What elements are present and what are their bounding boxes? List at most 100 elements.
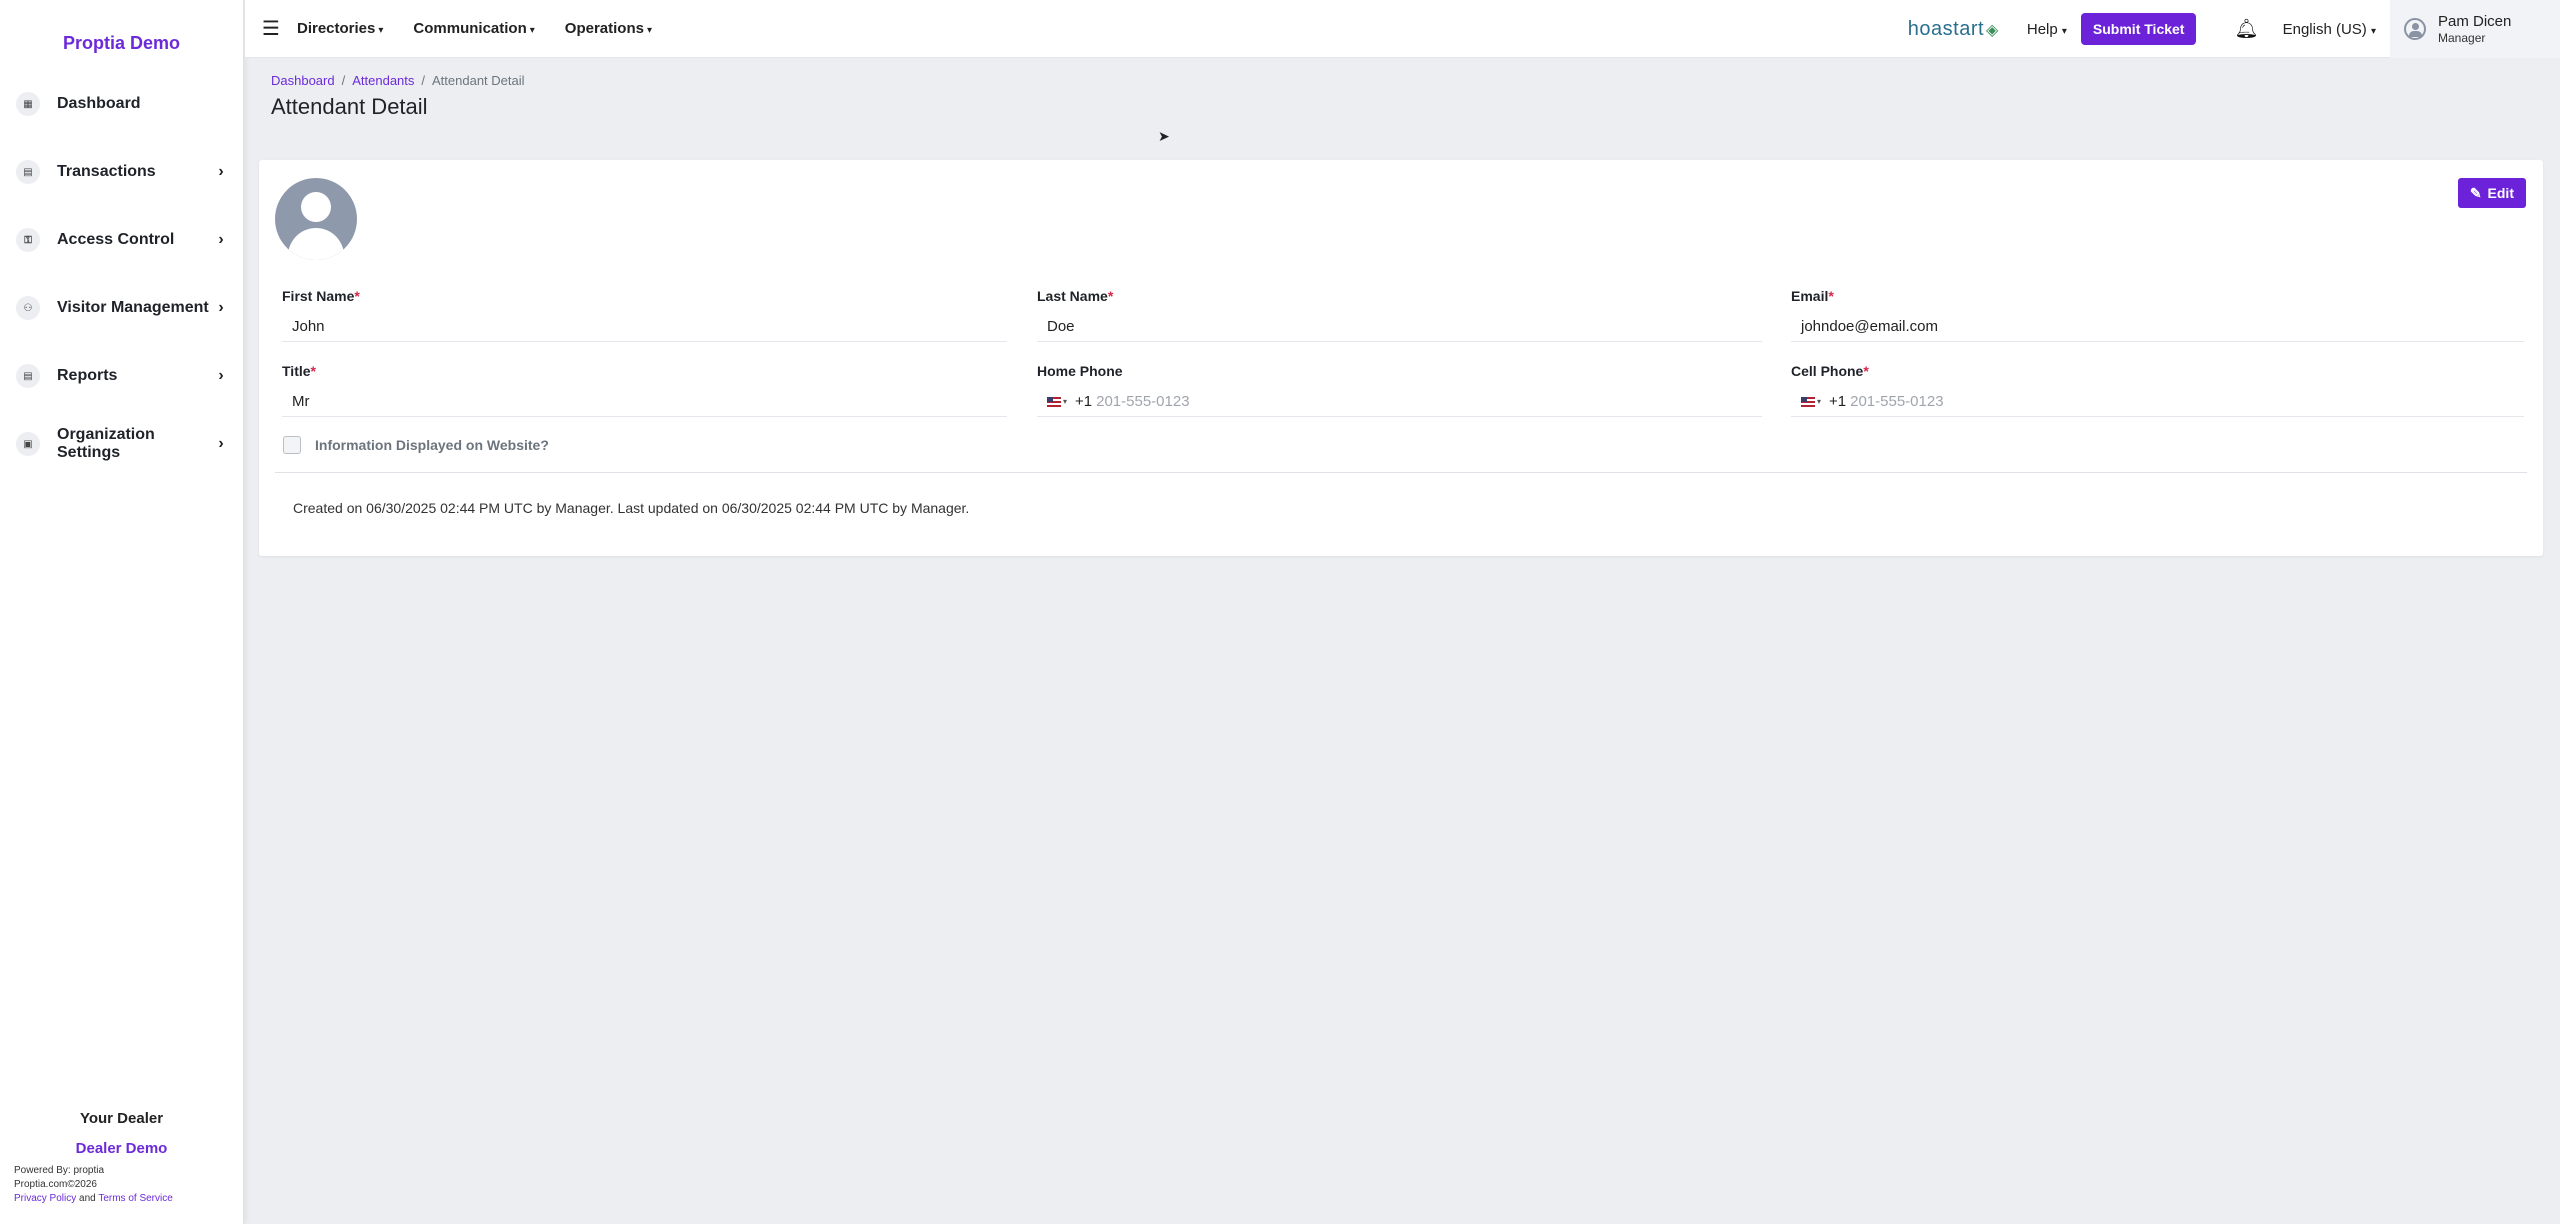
copyright: Proptia.com©2026 bbox=[14, 1179, 97, 1190]
menu-label: Directories bbox=[297, 20, 376, 37]
cell-phone-input[interactable]: ▾ +1 201-555-0123 bbox=[1791, 387, 2524, 417]
cell-phone-label: Cell Phone* bbox=[1791, 363, 1869, 379]
powered-by: Powered By: proptia bbox=[14, 1165, 105, 1176]
breadcrumb-separator: / bbox=[341, 73, 346, 88]
website-display-option: Information Displayed on Website? bbox=[283, 436, 549, 454]
website-display-label: Information Displayed on Website? bbox=[315, 437, 549, 453]
page-title: Attendant Detail bbox=[271, 94, 428, 119]
home-phone-label: Home Phone bbox=[1037, 363, 1123, 379]
sidebar-item-label: Visitor Management bbox=[57, 299, 209, 316]
breadcrumb-dashboard[interactable]: Dashboard bbox=[271, 73, 335, 88]
reports-icon: ▤ bbox=[16, 364, 40, 388]
chevron-right-icon: › bbox=[218, 367, 224, 384]
user-avatar-icon bbox=[2404, 18, 2426, 40]
us-flag-icon[interactable] bbox=[1047, 396, 1061, 407]
home-phone-placeholder: 201-555-0123 bbox=[1096, 393, 1190, 410]
dial-code: +1 bbox=[1829, 393, 1847, 410]
menu-communication[interactable]: Communication ▾ bbox=[413, 20, 534, 37]
settings-icon: ▣ bbox=[16, 432, 40, 456]
website-display-checkbox[interactable] bbox=[283, 436, 301, 454]
email-label: Email* bbox=[1791, 288, 1834, 304]
edit-button[interactable]: ✎ Edit bbox=[2457, 178, 2526, 208]
key-icon: ⚿ bbox=[16, 228, 40, 252]
home-phone-field: Home Phone ▾ +1 201-555-0123 bbox=[1037, 363, 1762, 417]
dashboard-icon: ▦ bbox=[16, 92, 40, 116]
sidebar-item-label: Access Control bbox=[57, 231, 175, 248]
edit-label: Edit bbox=[2487, 185, 2514, 201]
home-phone-input[interactable]: ▾ +1 201-555-0123 bbox=[1037, 387, 1762, 417]
chevron-right-icon: › bbox=[218, 299, 224, 316]
language-label: English (US) bbox=[2282, 20, 2367, 38]
title-value[interactable]: Mr bbox=[282, 387, 1007, 417]
sidebar-item-label: Transactions bbox=[57, 163, 156, 180]
footer-credits: Powered By: proptia Proptia.com©2026 Pri… bbox=[14, 1164, 173, 1206]
sidebar-item-label: Reports bbox=[57, 367, 118, 384]
chevron-down-icon: ▾ bbox=[2370, 25, 2376, 37]
avatar bbox=[275, 178, 357, 260]
chevron-down-icon: ▾ bbox=[378, 25, 384, 36]
hamburger-menu-icon[interactable]: ☰ bbox=[245, 16, 297, 41]
chevron-down-icon: ▾ bbox=[1817, 397, 1822, 406]
title-label: Title* bbox=[282, 363, 316, 379]
help-menu[interactable]: Help ▾ bbox=[2027, 21, 2067, 38]
us-flag-icon[interactable] bbox=[1801, 396, 1815, 407]
menu-operations[interactable]: Operations ▾ bbox=[565, 20, 652, 37]
hoastart-logo: hoastart ◈ bbox=[1907, 17, 1999, 40]
sidebar-item-reports[interactable]: ▤ Reports › bbox=[0, 342, 243, 410]
first-name-field: First Name* John bbox=[282, 288, 1007, 342]
top-bar: ☰ Directories ▾ Communication ▾ Operations… bbox=[245, 0, 2560, 58]
sidebar-item-organization-settings[interactable]: ▣ Organization Settings › bbox=[0, 410, 243, 478]
chevron-down-icon: ▾ bbox=[1063, 397, 1068, 406]
breadcrumb: Dashboard / Attendants / Attendant Detail bbox=[271, 73, 525, 88]
user-name: Pam Dicen bbox=[2438, 13, 2512, 30]
help-label: Help bbox=[2026, 20, 2058, 38]
menu-directories[interactable]: Directories ▾ bbox=[297, 20, 383, 37]
attendant-detail-card: ✎ Edit First Name* John Last Name* Doe E… bbox=[259, 160, 2543, 556]
sidebar-item-label: Organization Settings bbox=[57, 426, 155, 461]
dealer-info: Your Dealer Dealer Demo bbox=[0, 1110, 243, 1157]
sidebar-item-transactions[interactable]: ▤ Transactions › bbox=[0, 138, 243, 206]
email-field: Email* johndoe@email.com bbox=[1791, 288, 2524, 342]
avatar-body bbox=[288, 228, 344, 260]
bell-icon[interactable]: 🔔︎ bbox=[2234, 17, 2258, 41]
sidebar-nav: ▦ Dashboard ▤ Transactions › ⚿ Access Co… bbox=[0, 70, 243, 478]
transactions-icon: ▤ bbox=[16, 160, 40, 184]
leaf-icon: ◈ bbox=[1986, 21, 1999, 39]
email-value[interactable]: johndoe@email.com bbox=[1791, 312, 2524, 342]
title-field: Title* Mr bbox=[282, 363, 1007, 417]
breadcrumb-current: Attendant Detail bbox=[432, 73, 525, 88]
visitor-icon: ⚇ bbox=[16, 296, 40, 320]
user-role: Manager bbox=[2438, 31, 2486, 45]
mouse-cursor-icon: ➤ bbox=[1158, 128, 1170, 144]
language-selector[interactable]: English (US) ▾ bbox=[2283, 21, 2376, 38]
audit-info: Created on 06/30/2025 02:44 PM UTC by Ma… bbox=[293, 500, 970, 516]
submit-ticket-button[interactable]: Submit Ticket bbox=[2080, 13, 2197, 45]
sidebar-item-label: Dashboard bbox=[57, 95, 141, 112]
pencil-icon: ✎ bbox=[2469, 184, 2482, 201]
cell-phone-placeholder: 201-555-0123 bbox=[1850, 393, 1944, 410]
cell-phone-field: Cell Phone* ▾ +1 201-555-0123 bbox=[1791, 363, 2524, 417]
privacy-policy-link[interactable]: Privacy Policy bbox=[14, 1193, 76, 1204]
chevron-right-icon: › bbox=[218, 435, 224, 452]
sidebar-item-access-control[interactable]: ⚿ Access Control › bbox=[0, 206, 243, 274]
first-name-label: First Name* bbox=[282, 288, 360, 304]
chevron-right-icon: › bbox=[218, 231, 224, 248]
user-menu[interactable]: Pam Dicen Manager bbox=[2390, 0, 2560, 58]
last-name-label: Last Name* bbox=[1037, 288, 1114, 304]
divider bbox=[275, 472, 2527, 473]
breadcrumb-separator: / bbox=[421, 73, 426, 88]
chevron-down-icon: ▾ bbox=[529, 25, 535, 36]
sidebar-item-dashboard[interactable]: ▦ Dashboard bbox=[0, 70, 243, 138]
last-name-value[interactable]: Doe bbox=[1037, 312, 1762, 342]
dial-code: +1 bbox=[1075, 393, 1093, 410]
dealer-name-link[interactable]: Dealer Demo bbox=[0, 1140, 243, 1157]
top-bar-right: hoastart ◈ Help ▾ Submit Ticket 🔔︎ Englis… bbox=[1908, 0, 2560, 58]
first-name-value[interactable]: John bbox=[282, 312, 1007, 342]
sidebar-item-visitor-management[interactable]: ⚇ Visitor Management › bbox=[0, 274, 243, 342]
menu-label: Operations bbox=[564, 20, 644, 37]
sidebar: Proptia Demo ▦ Dashboard ▤ Transactions … bbox=[0, 0, 244, 1224]
chevron-right-icon: › bbox=[218, 163, 224, 180]
menu-label: Communication bbox=[413, 20, 527, 37]
terms-of-service-link[interactable]: Terms of Service bbox=[98, 1193, 172, 1204]
breadcrumb-attendants[interactable]: Attendants bbox=[352, 73, 414, 88]
